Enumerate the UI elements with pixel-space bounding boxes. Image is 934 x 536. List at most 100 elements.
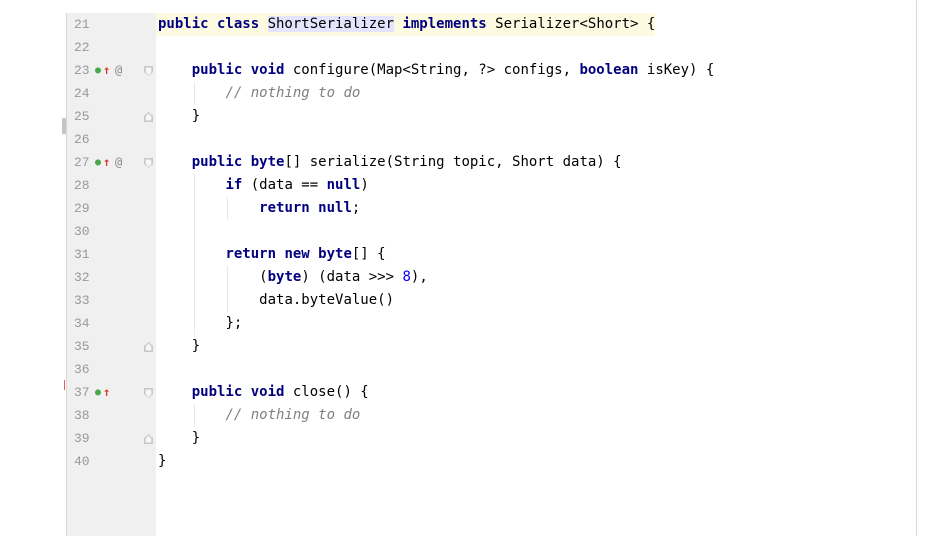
code-text[interactable]: // nothing to do: [156, 404, 360, 427]
code-line[interactable]: 35 }: [67, 335, 916, 358]
implements-arrow-icon: ↑: [103, 155, 111, 169]
indent-guide: [227, 266, 229, 312]
line-number[interactable]: 26: [74, 128, 104, 151]
line-number[interactable]: 31: [74, 243, 104, 266]
code-token: ): [360, 177, 369, 193]
code-line[interactable]: 36: [67, 358, 916, 381]
code-text[interactable]: [156, 220, 158, 243]
code-token: Serializer<Short> {: [486, 16, 656, 32]
scroll-marker: [62, 118, 66, 134]
keyword-token: public class: [158, 16, 268, 32]
line-number[interactable]: 39: [74, 427, 104, 450]
code-line[interactable]: 25 }: [67, 105, 916, 128]
code-text[interactable]: return new byte[] {: [156, 243, 386, 266]
keyword-token: public byte: [191, 154, 285, 170]
code-token: isKey) {: [638, 62, 715, 78]
keyword-token: boolean: [579, 62, 639, 78]
fold-end-icon[interactable]: [144, 342, 153, 352]
code-text[interactable]: public void configure(Map<String, ?> con…: [156, 59, 715, 82]
implements-method-icon[interactable]: ●: [95, 151, 101, 174]
implements-arrow-icon: ↑: [103, 385, 111, 399]
code-text[interactable]: if (data == null): [156, 174, 369, 197]
code-line[interactable]: 39 }: [67, 427, 916, 450]
keyword-token: return null: [259, 200, 352, 216]
line-number[interactable]: 40: [74, 450, 104, 473]
code-text[interactable]: }: [156, 427, 200, 450]
keyword-token: null: [326, 177, 361, 193]
code-line[interactable]: 26: [67, 128, 916, 151]
line-number[interactable]: 36: [74, 358, 104, 381]
code-text[interactable]: [156, 358, 158, 381]
comment-token: // nothing to do: [225, 85, 361, 101]
line-number[interactable]: 25: [74, 105, 104, 128]
code-token: data.byteValue(): [259, 292, 395, 308]
keyword-token: if: [225, 177, 243, 193]
code-text[interactable]: (byte) (data >>> 8),: [156, 266, 428, 289]
line-number[interactable]: 34: [74, 312, 104, 335]
code-token: ;: [351, 200, 361, 216]
code-token: }: [191, 108, 201, 124]
fold-end-icon[interactable]: [144, 434, 153, 444]
code-text[interactable]: public class ShortSerializer implements …: [156, 13, 656, 36]
code-text[interactable]: }: [156, 450, 166, 473]
keyword-token: public void: [191, 384, 285, 400]
implements-method-icon[interactable]: ●: [95, 59, 101, 82]
code-line[interactable]: 21 public class ShortSerializer implement…: [67, 13, 916, 36]
fold-end-icon[interactable]: [144, 112, 153, 122]
code-text[interactable]: public void close() {: [156, 381, 369, 404]
number-token: 8: [402, 269, 411, 285]
line-number[interactable]: 35: [74, 335, 104, 358]
code-text[interactable]: data.byteValue(): [156, 289, 394, 312]
code-token: }: [191, 338, 201, 354]
code-line[interactable]: 27 ● ↑ @ public byte[] serialize(String top…: [67, 151, 916, 174]
code-text[interactable]: [156, 36, 158, 59]
comment-token: // nothing to do: [225, 407, 361, 423]
annotation-at-icon[interactable]: @: [115, 59, 122, 82]
code-token: }: [158, 453, 167, 469]
line-number[interactable]: 33: [74, 289, 104, 312]
line-number[interactable]: 38: [74, 404, 104, 427]
indent-guide: [227, 197, 229, 220]
code-line[interactable]: 23 ● ↑ @ public void configure(Map<String, …: [67, 59, 916, 82]
code-text[interactable]: // nothing to do: [156, 82, 360, 105]
line-number[interactable]: 22: [74, 36, 104, 59]
code-line[interactable]: 37 ● ↑ public void close() {: [67, 381, 916, 404]
line-number[interactable]: 21: [74, 13, 104, 36]
line-number[interactable]: 28: [74, 174, 104, 197]
line-number[interactable]: 30: [74, 220, 104, 243]
indent-guide: [193, 404, 195, 427]
keyword-token: byte: [267, 269, 302, 285]
implements-method-icon[interactable]: ●: [95, 381, 101, 404]
code-token: };: [225, 315, 243, 331]
code-text[interactable]: }: [156, 335, 200, 358]
fold-start-icon[interactable]: [144, 158, 153, 168]
line-number[interactable]: 24: [74, 82, 104, 105]
code-token: (data ==: [242, 177, 327, 193]
code-token: [] serialize(String topic, Short data) {: [284, 154, 622, 170]
code-text[interactable]: }: [156, 105, 200, 128]
code-editor[interactable]: 21 public class ShortSerializer implement…: [0, 0, 934, 536]
indent-guide: [193, 82, 195, 105]
code-text[interactable]: public byte[] serialize(String topic, Sh…: [156, 151, 622, 174]
code-token: ),: [410, 269, 428, 285]
code-line[interactable]: 40}: [67, 450, 916, 473]
fold-start-icon[interactable]: [144, 66, 153, 76]
code-token: ) (data >>>: [301, 269, 403, 285]
fold-start-icon[interactable]: [144, 388, 153, 398]
keyword-token: implements: [402, 16, 487, 32]
code-token: }: [191, 430, 201, 446]
line-number[interactable]: 29: [74, 197, 104, 220]
line-number[interactable]: 32: [74, 266, 104, 289]
annotation-at-icon[interactable]: @: [115, 151, 122, 174]
code-text[interactable]: [156, 128, 158, 151]
code-token: close() {: [284, 384, 369, 400]
change-marker: [64, 380, 65, 390]
code-text[interactable]: return null;: [156, 197, 360, 220]
editor-right-margin: [916, 0, 917, 536]
code-token: (: [259, 269, 268, 285]
code-token: [] {: [351, 246, 386, 262]
code-token: ShortSerializer: [267, 16, 395, 32]
implements-arrow-icon: ↑: [103, 63, 111, 77]
code-text[interactable]: };: [156, 312, 242, 335]
code-line[interactable]: 22: [67, 36, 916, 59]
